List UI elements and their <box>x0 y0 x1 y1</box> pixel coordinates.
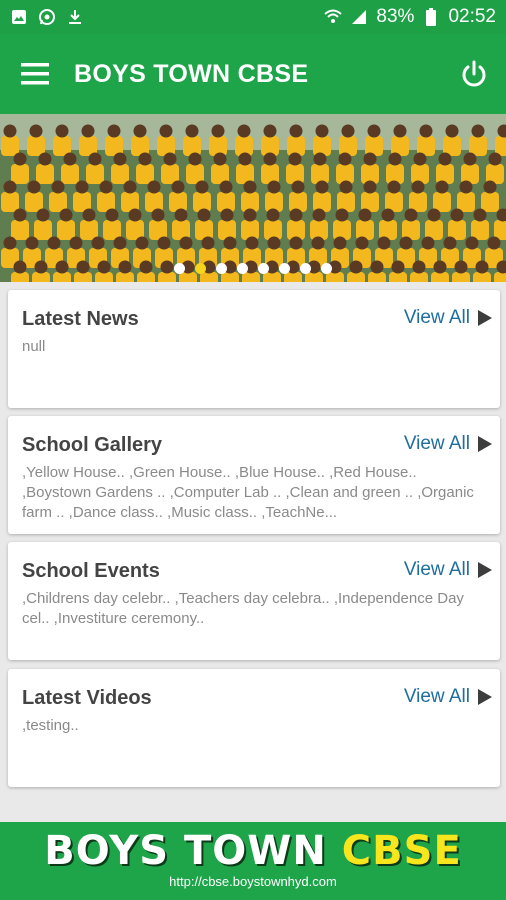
carousel-dot[interactable] <box>195 263 206 274</box>
carousel-dot[interactable] <box>300 263 311 274</box>
clock: 02:52 <box>448 6 496 27</box>
wifi-icon <box>324 8 343 26</box>
play-arrow-icon <box>478 310 492 326</box>
signal-icon <box>350 8 368 26</box>
app-bar: BOYS TOWN CBSE <box>0 34 506 114</box>
carousel-dot[interactable] <box>258 263 269 274</box>
view-all-events-button[interactable]: View All <box>404 559 492 581</box>
latest-news-card: Latest News null View All <box>8 290 500 408</box>
download-notification-icon <box>66 8 84 26</box>
battery-percent: 83% <box>376 6 415 27</box>
view-all-gallery-button[interactable]: View All <box>404 433 492 455</box>
school-group-photo <box>0 114 506 282</box>
power-icon <box>462 60 486 87</box>
school-gallery-card: School Gallery ,Yellow House.. ,Green Ho… <box>8 416 500 534</box>
carousel-dot[interactable] <box>174 263 185 274</box>
battery-icon <box>422 8 440 26</box>
gallery-notification-icon <box>10 8 28 26</box>
hamburger-icon <box>21 63 49 85</box>
school-events-card: School Events ,Childrens day celebr.. ,T… <box>8 542 500 660</box>
view-all-label: View All <box>403 307 470 328</box>
brand-part2: CBSE <box>341 828 462 874</box>
card-content: null <box>22 338 46 355</box>
view-all-videos-button[interactable]: View All <box>404 686 492 708</box>
carousel-indicators <box>0 263 506 274</box>
latest-videos-card: Latest Videos ,testing.. View All <box>8 669 500 787</box>
play-arrow-icon <box>478 436 492 452</box>
whatsapp-notification-icon <box>38 8 56 26</box>
menu-button[interactable] <box>0 34 70 114</box>
footer-banner[interactable]: BOYS TOWN CBSE http://cbse.boystownhyd.c… <box>0 822 506 900</box>
card-content: ,testing.. <box>22 717 79 734</box>
play-arrow-icon <box>478 689 492 705</box>
carousel-dot[interactable] <box>216 263 227 274</box>
card-content: ,Childrens day celebr.. ,Teachers day ce… <box>22 590 464 627</box>
power-button[interactable] <box>456 56 492 92</box>
app-title: BOYS TOWN CBSE <box>74 59 309 88</box>
footer-url: http://cbse.boystownhyd.com <box>169 874 337 889</box>
carousel-dot[interactable] <box>279 263 290 274</box>
view-all-news-button[interactable]: View All <box>404 307 492 329</box>
photo-carousel[interactable] <box>0 114 506 282</box>
brand-part1: BOYS TOWN <box>44 828 342 874</box>
view-all-label: View All <box>403 559 470 580</box>
view-all-label: View All <box>403 433 470 454</box>
card-content: ,Yellow House.. ,Green House.. ,Blue Hou… <box>22 464 474 521</box>
footer-brand: BOYS TOWN CBSE <box>0 828 506 874</box>
status-bar: 83% 02:52 <box>0 0 506 34</box>
carousel-dot[interactable] <box>237 263 248 274</box>
play-arrow-icon <box>478 562 492 578</box>
view-all-label: View All <box>403 686 470 707</box>
carousel-dot[interactable] <box>321 263 332 274</box>
